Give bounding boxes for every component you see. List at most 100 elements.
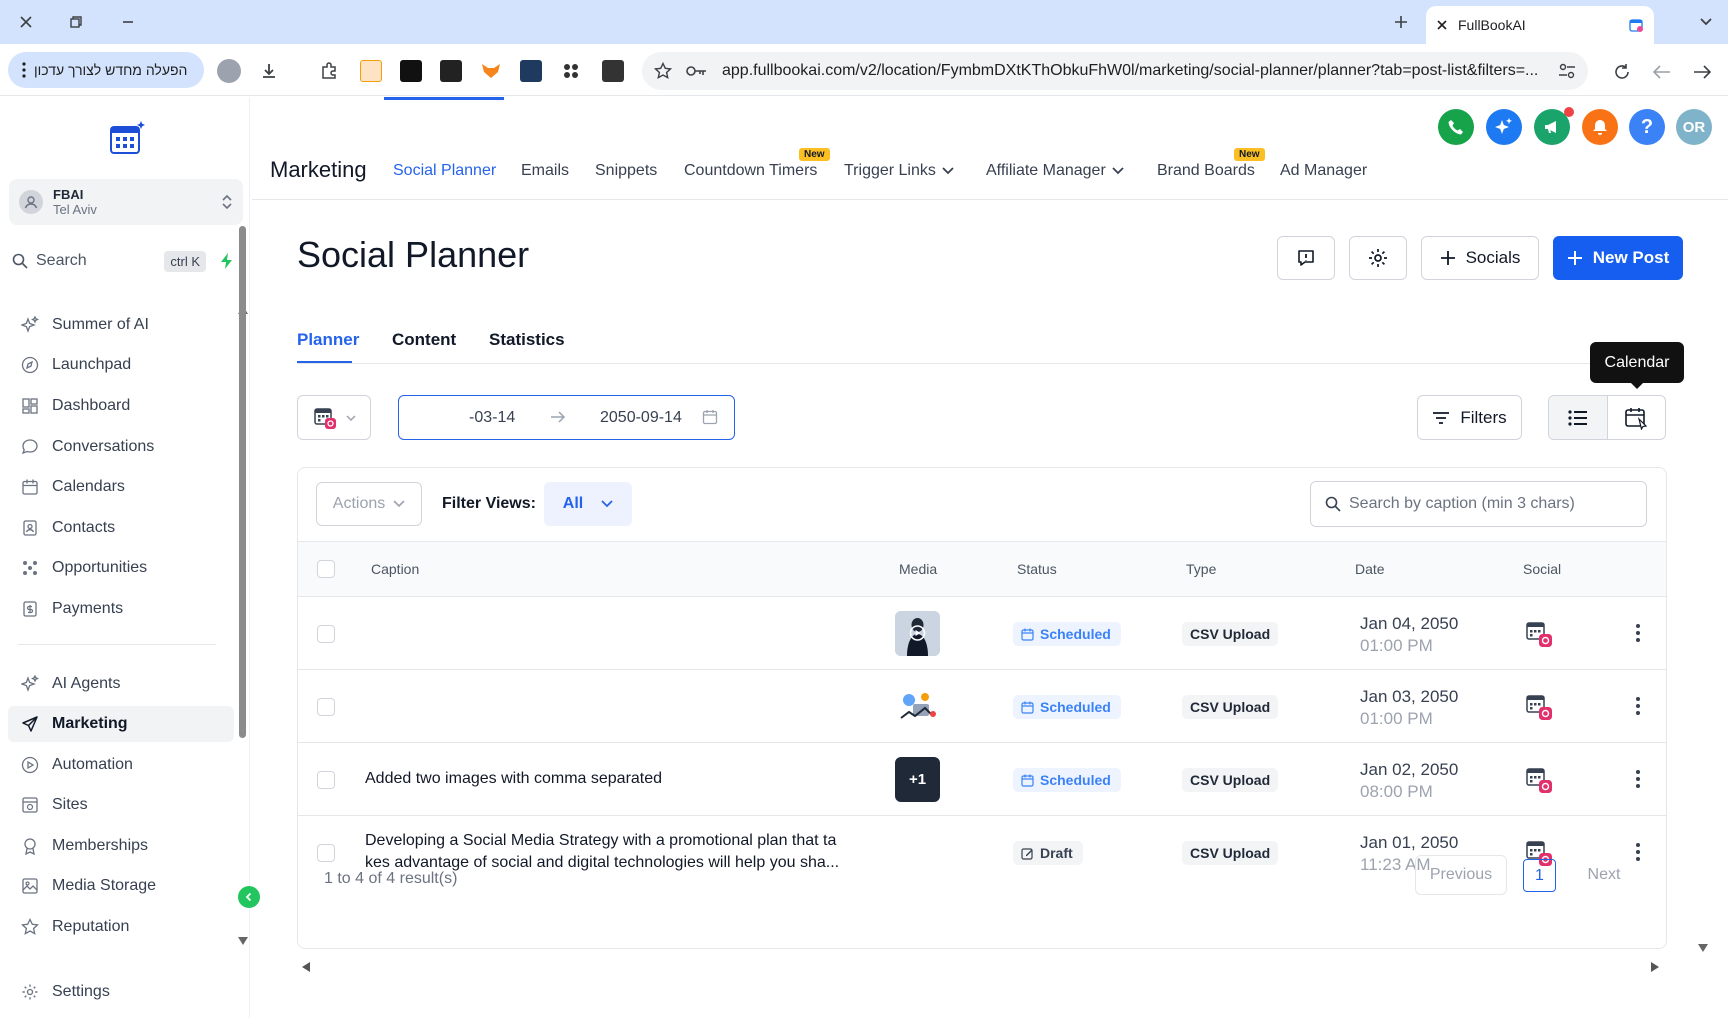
tab-content[interactable]: Content (392, 330, 456, 350)
scroll-left-icon[interactable] (302, 962, 310, 972)
media-video-thumbnail[interactable] (895, 611, 940, 656)
extension-dots-icon[interactable] (560, 60, 582, 82)
page-number-button[interactable]: 1 (1523, 859, 1556, 892)
caption-search-input[interactable]: Search by caption (min 3 chars) (1310, 481, 1647, 527)
table-row[interactable]: Added two images with comma separated +1… (298, 743, 1666, 816)
profile-avatar-icon[interactable] (217, 59, 241, 83)
sidebar-item-sites[interactable]: Sites (8, 787, 234, 823)
download-icon[interactable] (258, 60, 280, 82)
settings-button[interactable] (1349, 236, 1407, 280)
socials-button[interactable]: Socials (1421, 236, 1539, 280)
nav-trigger-links[interactable]: Trigger Links (844, 162, 954, 180)
extension-dark-icon[interactable] (440, 60, 462, 82)
sidebar-item-ai-agents[interactable]: AI Agents (8, 666, 234, 702)
close-window-icon[interactable] (12, 9, 40, 35)
password-key-icon[interactable] (686, 64, 708, 78)
next-page-button[interactable]: Next (1570, 855, 1638, 895)
page-scroll-down-icon[interactable] (1698, 944, 1708, 952)
sidebar-item-summer-of-ai[interactable]: Summer of AI (8, 307, 234, 343)
nav-affiliate-manager[interactable]: Affiliate Manager (986, 162, 1124, 180)
extension-orange-icon[interactable] (360, 60, 382, 82)
minimize-window-icon[interactable] (114, 9, 142, 35)
sidebar-item-memberships[interactable]: Memberships (8, 828, 234, 864)
media-illustration-thumbnail[interactable] (895, 684, 940, 729)
table-row[interactable]: Scheduled CSV Upload Jan 04, 2050 01:00 … (298, 597, 1666, 670)
nav-ad-manager[interactable]: Ad Manager (1280, 162, 1367, 180)
extension-folder-icon[interactable] (520, 60, 542, 82)
sidebar-item-dashboard[interactable]: Dashboard (8, 388, 234, 424)
sidebar-item-settings[interactable]: Settings (8, 974, 234, 1010)
bell-icon[interactable] (1582, 109, 1618, 145)
date-range-picker[interactable]: -03-14 2050-09-14 (398, 395, 735, 440)
row-more-icon[interactable] (1626, 694, 1650, 718)
column-status[interactable]: Status (1017, 561, 1057, 577)
ai-sparkle-icon[interactable] (1486, 109, 1522, 145)
row-checkbox[interactable] (317, 698, 335, 716)
extension-grid-icon[interactable] (602, 60, 624, 82)
feedback-button[interactable] (1277, 236, 1335, 280)
back-icon[interactable] (1650, 60, 1674, 84)
previous-page-button[interactable]: Previous (1415, 855, 1507, 895)
date-from[interactable]: -03-14 (469, 409, 515, 427)
extensions-icon[interactable] (318, 60, 340, 82)
sidebar-scrollbar[interactable] (239, 226, 246, 738)
collapse-sidebar-button[interactable] (238, 886, 260, 908)
extension-black-icon[interactable] (400, 60, 422, 82)
quick-action-bolt-icon[interactable] (214, 248, 240, 274)
address-bar[interactable]: app.fullbookai.com/v2/location/FymbmDXtK… (642, 52, 1588, 90)
sidebar-item-opportunities[interactable]: Opportunities (8, 550, 234, 586)
nav-countdown-timers[interactable]: Countdown Timers (684, 162, 817, 180)
sidebar-item-marketing[interactable]: Marketing (8, 706, 234, 742)
row-checkbox[interactable] (317, 625, 335, 643)
sidebar-item-conversations[interactable]: Conversations (8, 429, 234, 465)
column-caption[interactable]: Caption (371, 561, 419, 577)
update-relaunch-button[interactable]: הפעלה מחדש לצורך עדכון (8, 52, 204, 88)
restore-window-icon[interactable] (62, 9, 90, 35)
help-icon[interactable]: ? (1629, 109, 1665, 145)
platform-select[interactable] (297, 395, 371, 440)
filters-button[interactable]: Filters (1417, 395, 1522, 440)
new-post-button[interactable]: New Post (1553, 236, 1683, 280)
location-switcher[interactable]: FBAI Tel Aviv (9, 179, 243, 225)
site-settings-icon[interactable] (1558, 63, 1576, 79)
row-checkbox[interactable] (317, 844, 335, 862)
filter-views-select[interactable]: All (544, 482, 632, 526)
tab-statistics[interactable]: Statistics (489, 330, 565, 350)
column-media[interactable]: Media (899, 561, 937, 577)
close-tab-icon[interactable] (1436, 19, 1448, 31)
select-all-checkbox[interactable] (317, 560, 335, 578)
extension-fox-icon[interactable] (480, 60, 502, 82)
column-social[interactable]: Social (1523, 561, 1561, 577)
row-checkbox[interactable] (317, 771, 335, 789)
browser-tab[interactable]: FullBookAI (1426, 6, 1654, 44)
column-date[interactable]: Date (1355, 561, 1385, 577)
sidebar-item-launchpad[interactable]: Launchpad (8, 347, 234, 383)
sidebar-item-reputation[interactable]: Reputation (8, 909, 234, 945)
sidebar-search[interactable]: Search ctrl K (12, 246, 240, 276)
sidebar-scroll-down-icon[interactable] (238, 937, 248, 945)
new-tab-icon[interactable] (1387, 9, 1415, 35)
sidebar-item-media-storage[interactable]: Media Storage (8, 868, 234, 904)
row-more-icon[interactable] (1626, 621, 1650, 645)
bookmark-star-icon[interactable] (654, 62, 672, 80)
nav-snippets[interactable]: Snippets (595, 162, 657, 180)
row-more-icon[interactable] (1626, 767, 1650, 791)
sidebar-item-automation[interactable]: Automation (8, 747, 234, 783)
phone-icon[interactable] (1438, 109, 1474, 145)
sidebar-item-contacts[interactable]: Contacts (8, 510, 234, 546)
calendar-view-button[interactable] (1606, 396, 1666, 439)
tab-planner[interactable]: Planner (297, 330, 359, 350)
nav-emails[interactable]: Emails (521, 162, 569, 180)
sidebar-item-calendars[interactable]: Calendars (8, 469, 234, 505)
user-avatar[interactable]: OR (1676, 109, 1712, 145)
scroll-right-icon[interactable] (1651, 962, 1659, 972)
column-type[interactable]: Type (1186, 561, 1216, 577)
media-multi-thumbnail[interactable]: +1 (895, 757, 940, 802)
date-to[interactable]: 2050-09-14 (600, 409, 682, 427)
reload-icon[interactable] (1610, 60, 1634, 84)
nav-brand-boards[interactable]: Brand Boards (1157, 162, 1255, 180)
sidebar-item-payments[interactable]: Payments (8, 591, 234, 627)
table-row[interactable]: Scheduled CSV Upload Jan 03, 2050 01:00 … (298, 670, 1666, 743)
forward-icon[interactable] (1690, 60, 1714, 84)
actions-dropdown[interactable]: Actions (316, 482, 422, 526)
